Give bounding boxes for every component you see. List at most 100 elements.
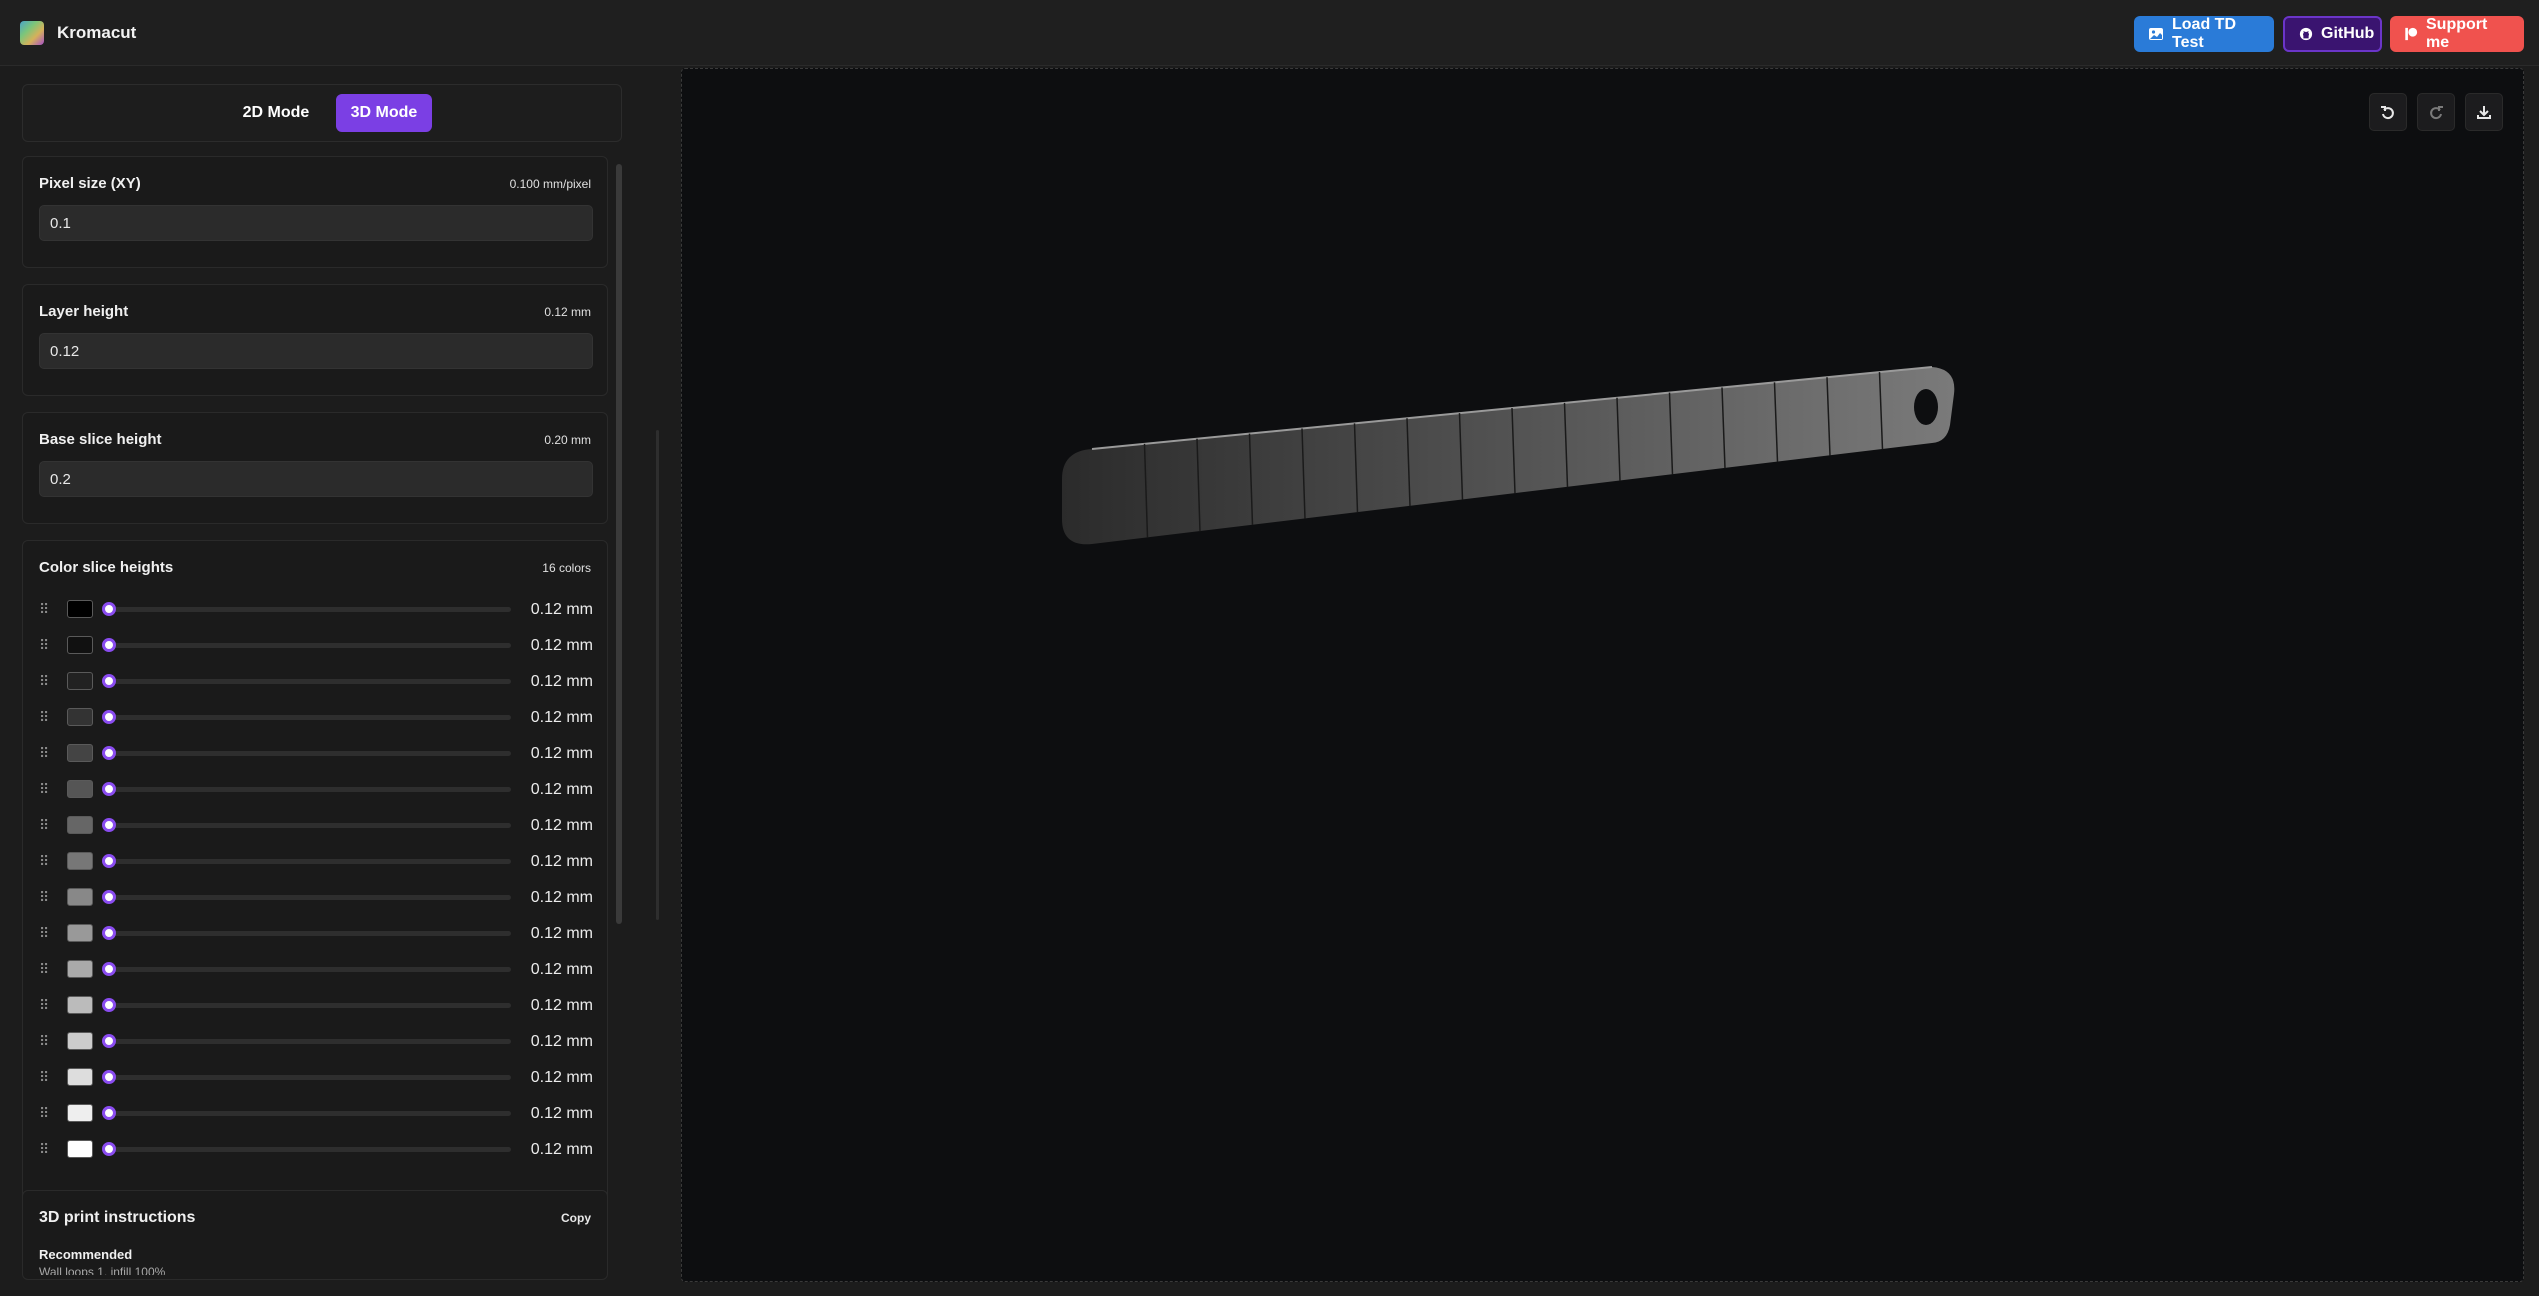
- pixel-size-input[interactable]: [39, 205, 593, 241]
- slider-knob[interactable]: [102, 854, 116, 868]
- drag-handle-icon[interactable]: ⠿: [39, 1069, 51, 1085]
- slice-height-slider[interactable]: [109, 1039, 511, 1044]
- slice-height-value: 0.12 mm: [530, 997, 593, 1014]
- slice-height-value: 0.12 mm: [530, 817, 593, 834]
- color-swatch: [67, 924, 93, 942]
- drag-handle-icon[interactable]: ⠿: [39, 637, 51, 653]
- slider-knob[interactable]: [102, 998, 116, 1012]
- support-me-label: Support me: [2426, 16, 2488, 51]
- color-swatch: [67, 1104, 93, 1122]
- color-slice-row: ⠿ 0.12 mm: [23, 1023, 609, 1059]
- app-logo: [20, 21, 44, 45]
- color-swatch: [67, 780, 93, 798]
- slice-height-value: 0.12 mm: [530, 925, 593, 942]
- drag-handle-icon[interactable]: ⠿: [39, 889, 51, 905]
- pixel-size-card: Pixel size (XY) 0.100 mm/pixel: [22, 156, 608, 268]
- undo-button[interactable]: [2369, 93, 2407, 131]
- pixel-size-label: Pixel size (XY): [39, 175, 141, 192]
- slider-knob[interactable]: [102, 746, 116, 760]
- support-me-button[interactable]: Support me: [2390, 16, 2524, 52]
- color-slice-row: ⠿ 0.12 mm: [23, 1131, 609, 1167]
- slider-knob[interactable]: [102, 1142, 116, 1156]
- slice-height-value: 0.12 mm: [530, 601, 593, 618]
- slice-height-slider[interactable]: [109, 967, 511, 972]
- base-slice-input[interactable]: [39, 461, 593, 497]
- slider-knob[interactable]: [102, 890, 116, 904]
- slider-knob[interactable]: [102, 710, 116, 724]
- slice-height-slider[interactable]: [109, 1075, 511, 1080]
- color-slice-row: ⠿ 0.12 mm: [23, 915, 609, 951]
- slice-height-slider[interactable]: [109, 643, 511, 648]
- download-button[interactable]: [2465, 93, 2503, 131]
- slice-height-slider[interactable]: [109, 679, 511, 684]
- drag-handle-icon[interactable]: ⠿: [39, 1105, 51, 1121]
- color-slice-row: ⠿ 0.12 mm: [23, 879, 609, 915]
- color-slice-row: ⠿ 0.12 mm: [23, 951, 609, 987]
- color-slice-row: ⠿ 0.12 mm: [23, 843, 609, 879]
- drag-handle-icon[interactable]: ⠿: [39, 673, 51, 689]
- slider-knob[interactable]: [102, 818, 116, 832]
- color-slice-row: ⠿ 0.12 mm: [23, 807, 609, 843]
- drag-handle-icon[interactable]: ⠿: [39, 925, 51, 941]
- color-slice-row: ⠿ 0.12 mm: [23, 987, 609, 1023]
- color-swatch: [67, 1032, 93, 1050]
- slice-height-slider[interactable]: [109, 823, 511, 828]
- slice-height-slider[interactable]: [109, 1111, 511, 1116]
- slider-knob[interactable]: [102, 1070, 116, 1084]
- color-slice-row: ⠿ 0.12 mm: [23, 771, 609, 807]
- slice-height-value: 0.12 mm: [530, 961, 593, 978]
- slider-knob[interactable]: [102, 638, 116, 652]
- slice-height-slider[interactable]: [109, 859, 511, 864]
- mode-3d-button[interactable]: 3D Mode: [336, 94, 432, 132]
- slider-knob[interactable]: [102, 926, 116, 940]
- drag-handle-icon[interactable]: ⠿: [39, 781, 51, 797]
- drag-handle-icon[interactable]: ⠿: [39, 961, 51, 977]
- patreon-icon: [2405, 27, 2418, 41]
- slice-height-slider[interactable]: [109, 715, 511, 720]
- slice-height-value: 0.12 mm: [530, 1069, 593, 1086]
- redo-icon: [2430, 106, 2443, 120]
- panel-scrollbar[interactable]: [616, 164, 622, 924]
- slider-knob[interactable]: [102, 962, 116, 976]
- color-slice-row: ⠿ 0.12 mm: [23, 591, 609, 627]
- slider-knob[interactable]: [102, 602, 116, 616]
- base-slice-label: Base slice height: [39, 431, 162, 448]
- slider-knob[interactable]: [102, 674, 116, 688]
- redo-button[interactable]: [2417, 93, 2455, 131]
- drag-handle-icon[interactable]: ⠿: [39, 817, 51, 833]
- drag-handle-icon[interactable]: ⠿: [39, 997, 51, 1013]
- drag-handle-icon[interactable]: ⠿: [39, 1141, 51, 1157]
- slice-height-slider[interactable]: [109, 751, 511, 756]
- github-button[interactable]: GitHub: [2283, 16, 2382, 52]
- print-instructions-title: 3D print instructions: [39, 1209, 196, 1226]
- slice-height-slider[interactable]: [109, 1003, 511, 1008]
- layer-height-input[interactable]: [39, 333, 593, 369]
- color-swatch: [67, 1068, 93, 1086]
- slice-height-slider[interactable]: [109, 1147, 511, 1152]
- drag-handle-icon[interactable]: ⠿: [39, 745, 51, 761]
- color-swatch: [67, 672, 93, 690]
- slider-knob[interactable]: [102, 1106, 116, 1120]
- slider-knob[interactable]: [102, 1034, 116, 1048]
- slider-knob[interactable]: [102, 782, 116, 796]
- drag-handle-icon[interactable]: ⠿: [39, 709, 51, 725]
- load-td-test-button[interactable]: Load TD Test: [2134, 16, 2274, 52]
- slice-height-slider[interactable]: [109, 607, 511, 612]
- 3d-model-preview[interactable]: [682, 69, 2525, 1283]
- slice-height-slider[interactable]: [109, 787, 511, 792]
- mode-2d-button[interactable]: 2D Mode: [233, 94, 319, 132]
- panel-resize-handle[interactable]: [656, 430, 659, 920]
- layer-height-card: Layer height 0.12 mm: [22, 284, 608, 396]
- drag-handle-icon[interactable]: ⠿: [39, 1033, 51, 1049]
- drag-handle-icon[interactable]: ⠿: [39, 601, 51, 617]
- slice-height-slider[interactable]: [109, 931, 511, 936]
- color-slice-row: ⠿ 0.12 mm: [23, 1095, 609, 1131]
- color-swatch: [67, 996, 93, 1014]
- model-viewport[interactable]: [681, 68, 2524, 1282]
- slice-height-slider[interactable]: [109, 895, 511, 900]
- copy-button[interactable]: Copy: [561, 1211, 591, 1225]
- pixel-size-meta: 0.100 mm/pixel: [509, 177, 591, 191]
- drag-handle-icon[interactable]: ⠿: [39, 853, 51, 869]
- slice-height-value: 0.12 mm: [530, 673, 593, 690]
- github-label: GitHub: [2321, 25, 2375, 42]
